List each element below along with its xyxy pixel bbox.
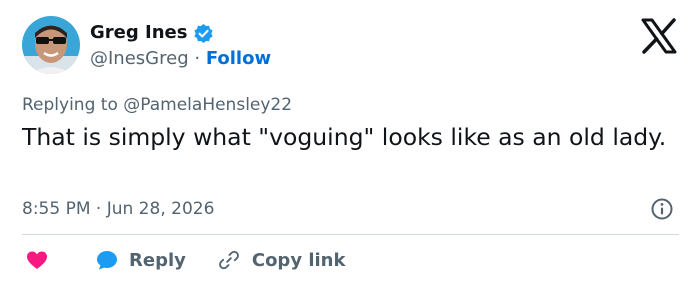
replying-to-label: Replying to xyxy=(22,95,124,115)
tweet-date: Jun 28, 2026 xyxy=(106,199,215,219)
verified-badge-icon xyxy=(193,23,214,44)
like-button[interactable] xyxy=(25,248,49,272)
reply-bubble-icon xyxy=(97,251,117,270)
avatar[interactable] xyxy=(22,16,80,74)
copy-link-label: Copy link xyxy=(251,249,346,271)
handle-line: @InesGreg · Follow xyxy=(90,47,271,71)
replying-to-line: Replying to @PamelaHensley22 xyxy=(22,93,292,117)
author-handle[interactable]: @InesGreg xyxy=(90,48,189,69)
tweet-text: That is simply what "voguing" looks like… xyxy=(22,123,667,151)
divider xyxy=(22,234,679,235)
heart-icon xyxy=(27,251,47,269)
tweet-timestamp[interactable]: 8:55 PM · Jun 28, 2026 xyxy=(22,197,214,221)
action-bar: Reply Copy link xyxy=(22,246,345,274)
replying-to-mention[interactable]: @PamelaHensley22 xyxy=(123,95,292,115)
author-name-row[interactable]: Greg Ines xyxy=(90,21,214,45)
reply-label: Reply xyxy=(129,249,186,271)
timestamp-separator: · xyxy=(95,199,102,219)
author-name[interactable]: Greg Ines xyxy=(90,21,187,45)
tweet-time: 8:55 PM xyxy=(22,199,91,219)
follow-button[interactable]: Follow xyxy=(206,48,271,69)
link-icon xyxy=(218,250,239,270)
handle-separator: · xyxy=(194,48,201,69)
copy-link-button[interactable]: Copy link xyxy=(218,249,346,271)
x-logo-icon[interactable] xyxy=(640,18,678,54)
reply-button[interactable]: Reply xyxy=(95,248,186,272)
info-icon[interactable] xyxy=(650,197,674,221)
